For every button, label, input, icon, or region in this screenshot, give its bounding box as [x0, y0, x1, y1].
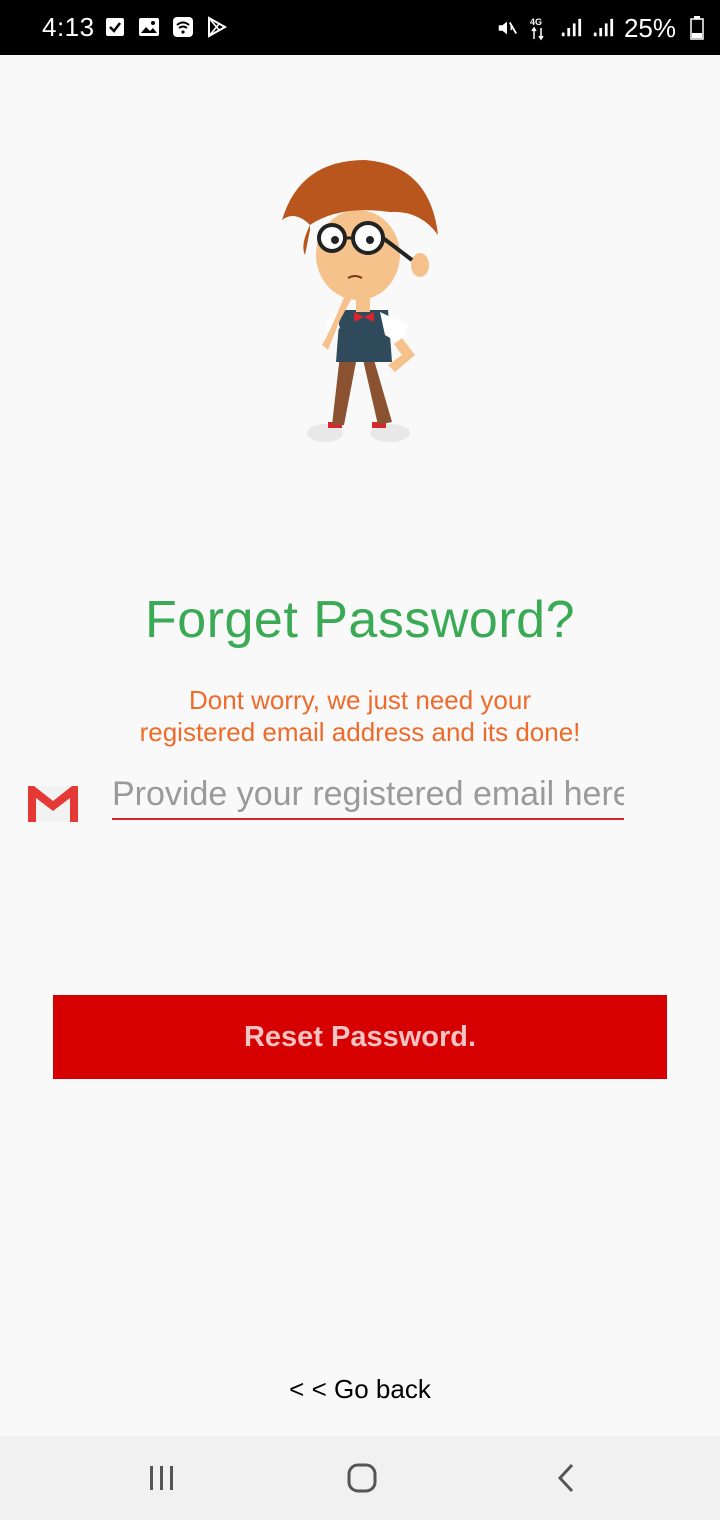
image-icon — [138, 16, 160, 38]
back-icon[interactable] — [546, 1460, 586, 1496]
mute-icon — [496, 17, 518, 39]
network-4g-icon: 4G — [528, 17, 550, 41]
status-bar: 4:13 4G 25% — [0, 0, 720, 55]
signal-icon-2 — [592, 17, 614, 39]
status-time: 4:13 — [42, 12, 95, 42]
go-back-link[interactable]: < < Go back — [0, 1374, 720, 1405]
battery-percent: 25% — [623, 12, 676, 43]
reset-password-button[interactable]: Reset Password. — [53, 995, 667, 1079]
home-icon[interactable] — [342, 1460, 382, 1496]
page-title: Forget Password? — [145, 591, 575, 649]
checkbox-icon — [104, 16, 126, 38]
svg-text:4G: 4G — [530, 17, 542, 27]
play-store-icon — [206, 16, 228, 38]
subtitle: Dont worry, we just need your registered… — [60, 684, 660, 748]
recent-apps-icon[interactable] — [142, 1460, 182, 1496]
wifi-icon — [172, 16, 194, 38]
navigation-bar — [0, 1436, 720, 1520]
thinking-character-illustration — [270, 150, 450, 450]
signal-icon — [560, 17, 582, 39]
subtitle-line-2: registered email address and its done! — [139, 717, 581, 747]
email-input[interactable] — [112, 770, 624, 820]
battery-icon — [686, 16, 708, 40]
gmail-icon — [26, 784, 80, 824]
subtitle-line-1: Dont worry, we just need your — [189, 685, 531, 715]
